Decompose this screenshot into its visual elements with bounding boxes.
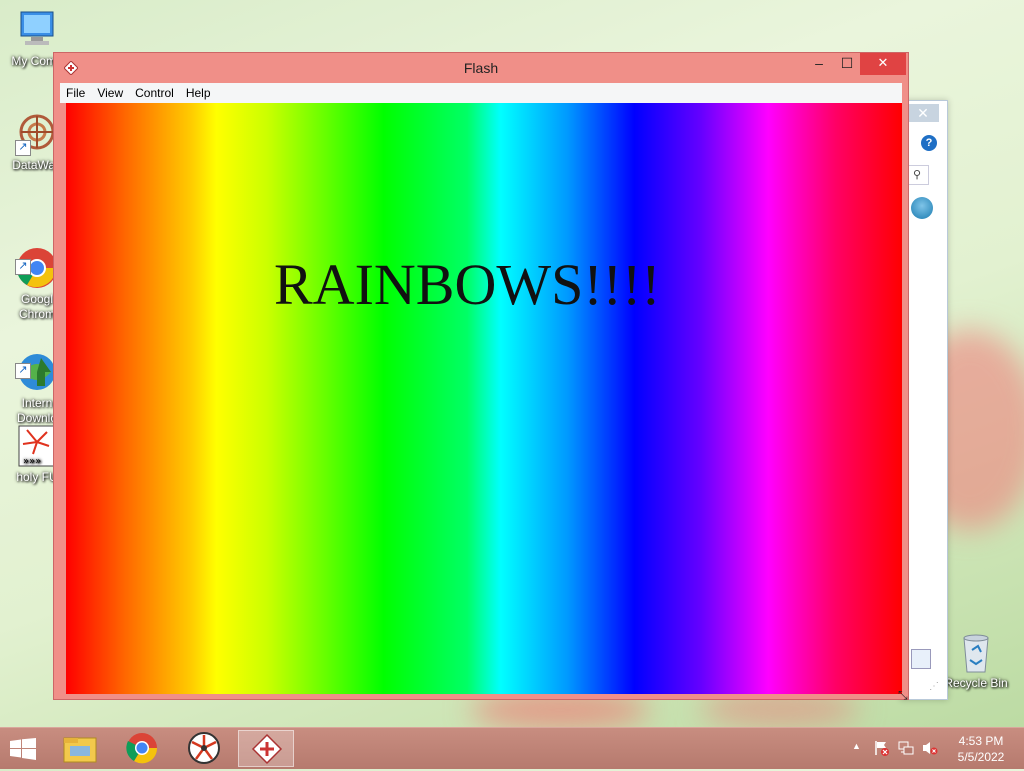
menu-help[interactable]: Help — [180, 83, 217, 103]
shortcut-arrow-icon: ↗ — [15, 259, 31, 275]
help-icon[interactable]: ? — [921, 135, 937, 151]
resize-cursor-icon: ⤡ — [898, 688, 908, 702]
taskbar-file-explorer[interactable] — [52, 730, 108, 767]
flash-stage[interactable]: RAINBOWS!!!! — [66, 103, 902, 694]
windows-logo-icon — [10, 738, 36, 760]
folder-icon — [63, 737, 97, 763]
taskbar-flash-app[interactable] — [176, 730, 232, 767]
background-window-close-button[interactable]: ✕ — [907, 104, 939, 122]
computer-icon — [15, 8, 59, 52]
chrome-icon — [126, 733, 158, 764]
resize-grip-icon[interactable]: ⋰ — [929, 681, 939, 692]
menu-file[interactable]: File — [60, 83, 91, 103]
tray-overflow-arrow[interactable]: ▲ — [852, 741, 861, 751]
title-bar[interactable]: Flash – ☐ ✕ — [54, 53, 908, 82]
flash-window[interactable]: Flash – ☐ ✕ File View Control Help RAINBOWS… — [53, 52, 909, 700]
svg-text:»»»: »»» — [23, 456, 41, 467]
stage-text: RAINBOWS!!!! — [274, 252, 661, 317]
action-center-flag-icon[interactable] — [874, 740, 890, 759]
shortcut-arrow-icon: ↗ — [15, 363, 31, 379]
start-button[interactable] — [10, 738, 36, 760]
recycle-bin-icon — [954, 630, 998, 674]
flash-player-icon — [251, 733, 283, 765]
close-button[interactable]: ✕ — [860, 53, 906, 75]
window-title: Flash — [463, 60, 499, 76]
taskbar-flash-window[interactable] — [238, 730, 294, 767]
network-icon[interactable] — [898, 740, 914, 759]
system-clock[interactable]: 4:53 PM 5/5/2022 — [950, 733, 1012, 765]
desktop-icon-recycle-bin[interactable]: Recycle Bin — [936, 630, 1016, 691]
volume-muted-icon[interactable] — [922, 740, 938, 759]
taskbar: ▲ 4:53 PM 5/5/2022 — [0, 727, 1024, 769]
menu-control[interactable]: Control — [129, 83, 180, 103]
clock-time: 4:53 PM — [958, 734, 1004, 748]
minimize-button[interactable]: – — [806, 53, 832, 75]
menu-view[interactable]: View — [91, 83, 129, 103]
menu-bar: File View Control Help — [60, 83, 902, 103]
maximize-button[interactable]: ☐ — [834, 53, 860, 75]
flash-icon — [188, 732, 220, 764]
thumbnail-view-icon[interactable] — [911, 649, 931, 669]
shell-icon[interactable] — [911, 197, 933, 219]
clock-date: 5/5/2022 — [957, 750, 1005, 764]
desktop-icon-label: Recycle Bin — [944, 676, 1008, 690]
shortcut-arrow-icon: ↗ — [15, 140, 31, 156]
taskbar-chrome[interactable] — [114, 730, 170, 767]
